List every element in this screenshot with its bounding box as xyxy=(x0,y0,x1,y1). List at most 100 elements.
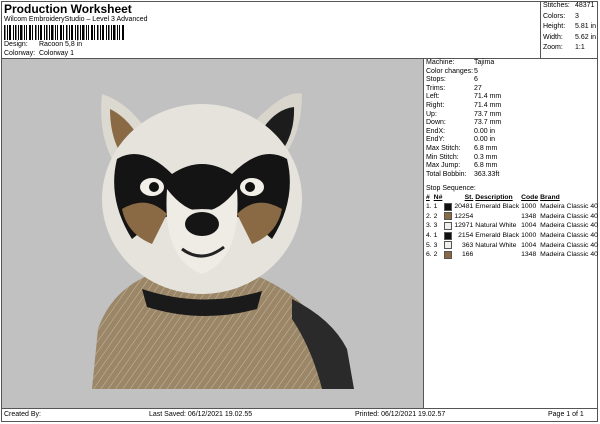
thread-description xyxy=(475,212,521,222)
stitch-count: 166 xyxy=(461,251,474,259)
column-header: N# xyxy=(433,194,443,201)
machine-label: Total Bobbin: xyxy=(426,170,467,178)
needle-number: 2 xyxy=(433,251,438,259)
thread-code: 1004 xyxy=(521,222,537,230)
stat-value: 48371 xyxy=(575,2,595,9)
thread-code: 1000 xyxy=(521,203,537,211)
stop-index: 5. xyxy=(426,241,432,249)
color-swatch xyxy=(444,231,453,240)
column-header: Brand xyxy=(540,194,560,201)
machine-value: 5 xyxy=(474,67,478,75)
stitch-count: 20481 xyxy=(454,203,474,211)
thread-code: 1348 xyxy=(521,251,537,259)
panel-divider xyxy=(423,59,424,408)
table-row: 6. 2 166 1348 Madeira Classic 40 xyxy=(426,250,600,261)
stop-index: 1. xyxy=(426,203,432,211)
table-row: 1. 1 20481 Emerald Black 1000 Madeira Cl… xyxy=(426,202,600,213)
thread-brand: Madeira Classic 40 xyxy=(540,231,598,239)
stitch-count: 12971 xyxy=(454,222,474,230)
colorway-row: Colorway: Colorway 1 xyxy=(4,50,74,57)
thread-code: 1000 xyxy=(521,231,537,239)
stitch-count: 12254 xyxy=(454,212,474,220)
table-header-row: # N# St. Description Code Brand xyxy=(426,194,600,203)
color-swatch xyxy=(444,202,453,211)
raccoon-embroidery-image xyxy=(92,93,354,389)
machine-label: EndX: xyxy=(426,127,446,135)
machine-value: 363.33ft xyxy=(474,170,500,178)
thread-code: 1004 xyxy=(521,241,537,249)
machine-value: 71.4 mm xyxy=(474,93,502,101)
last-saved: Last Saved: 06/12/2021 19.02.55 xyxy=(149,411,253,418)
needle-number: 1 xyxy=(433,203,438,211)
needle-number: 3 xyxy=(433,222,438,230)
machine-label: Up: xyxy=(426,110,437,118)
stat-label: Zoom: xyxy=(543,44,563,51)
machine-info: Machine: Tajima Color changes:5 Stops: 6 T… xyxy=(426,59,501,179)
colorway-value: Colorway 1 xyxy=(38,50,74,57)
stop-index: 6. xyxy=(426,251,432,259)
machine-label: Max Jump: xyxy=(426,162,461,170)
design-row: Design: Racoon 5,8 in xyxy=(4,41,82,48)
software-subtitle: Wilcom EmbroideryStudio – Level 3 Advanc… xyxy=(4,16,148,23)
stitch-count: 2154 xyxy=(458,231,474,239)
stats-divider xyxy=(540,2,541,59)
thread-code: 1348 xyxy=(521,212,537,220)
thread-brand: Madeira Classic 40 xyxy=(540,212,598,220)
needle-number: 3 xyxy=(433,241,438,249)
machine-label: Down: xyxy=(426,119,446,127)
machine-label: Stops: xyxy=(426,76,446,84)
footer-divider xyxy=(2,408,597,409)
table-row: 4. 1 2154 Emerald Black 1000 Madeira Cla… xyxy=(426,231,600,242)
machine-label: Max Stitch: xyxy=(426,144,461,152)
machine-value: 27 xyxy=(474,84,482,92)
machine-value: 73.7 mm xyxy=(474,110,502,118)
stat-label: Colors: xyxy=(543,12,566,20)
machine-label: Machine: xyxy=(426,59,455,66)
machine-value: 71.4 mm xyxy=(474,101,502,109)
thread-brand: Madeira Classic 40 xyxy=(540,241,598,249)
needle-number: 2 xyxy=(433,212,438,220)
colorway-label: Colorway: xyxy=(4,50,36,57)
stitch-count: 363 xyxy=(461,241,474,249)
machine-value: 6.8 mm xyxy=(474,144,498,152)
thread-description: Emerald Black xyxy=(475,231,520,239)
thread-brand: Madeira Classic 40 xyxy=(540,251,598,259)
page-number: Page 1 of 1 xyxy=(548,411,584,418)
thread-brand: Madeira Classic 40 xyxy=(540,222,598,230)
machine-label: Trims: xyxy=(426,84,446,92)
stop-index: 4. xyxy=(426,231,432,239)
machine-label: Right: xyxy=(426,101,445,109)
created-by: Created By: xyxy=(4,411,41,418)
design-preview xyxy=(2,59,423,408)
stat-value: 1:1 xyxy=(575,44,585,51)
needle-number: 1 xyxy=(433,231,438,239)
stat-label: Width: xyxy=(543,33,563,41)
table-row: 3. 3 12971 Natural White 1004 Madeira Cl… xyxy=(426,221,600,232)
printed-date: Printed: 06/12/2021 19.02.57 xyxy=(355,411,446,418)
stats-panel: Stitches: 48371 Colors: 3 Height: 5.81 in W… xyxy=(543,2,596,55)
machine-label: Color changes: xyxy=(426,67,474,75)
column-header: St. xyxy=(464,194,474,201)
stat-label: Stitches: xyxy=(543,2,570,9)
machine-value: 6 xyxy=(474,76,478,84)
column-header: Description xyxy=(475,194,513,201)
table-row: 5. 3 363 Natural White 1004 Madeira Clas… xyxy=(426,241,600,251)
thread-description: Natural White xyxy=(475,241,517,249)
machine-value: 0.00 in xyxy=(474,136,496,144)
page-title: Production Worksheet xyxy=(4,2,132,16)
stat-value: 5.81 in xyxy=(575,23,597,30)
stop-sequence-table: # N# St. Description Code Brand 1. 1 204… xyxy=(426,194,600,260)
design-value: Racoon 5,8 in xyxy=(38,41,83,48)
table-row: 2. 2 12254 1348 Madeira Classic 40 xyxy=(426,212,600,222)
column-header: # xyxy=(426,194,430,201)
machine-label: Min Stitch: xyxy=(426,153,459,161)
stat-value: 5.62 in xyxy=(575,33,597,41)
machine-value: 0.3 mm xyxy=(474,153,498,161)
thread-description: Emerald Black xyxy=(475,203,520,211)
stat-value: 3 xyxy=(575,12,579,20)
thread-description xyxy=(475,251,521,261)
color-swatch xyxy=(444,212,453,221)
thread-description: Natural White xyxy=(475,222,517,230)
stop-index: 3. xyxy=(426,222,432,230)
thread-brand: Madeira Classic 40 xyxy=(540,203,598,211)
